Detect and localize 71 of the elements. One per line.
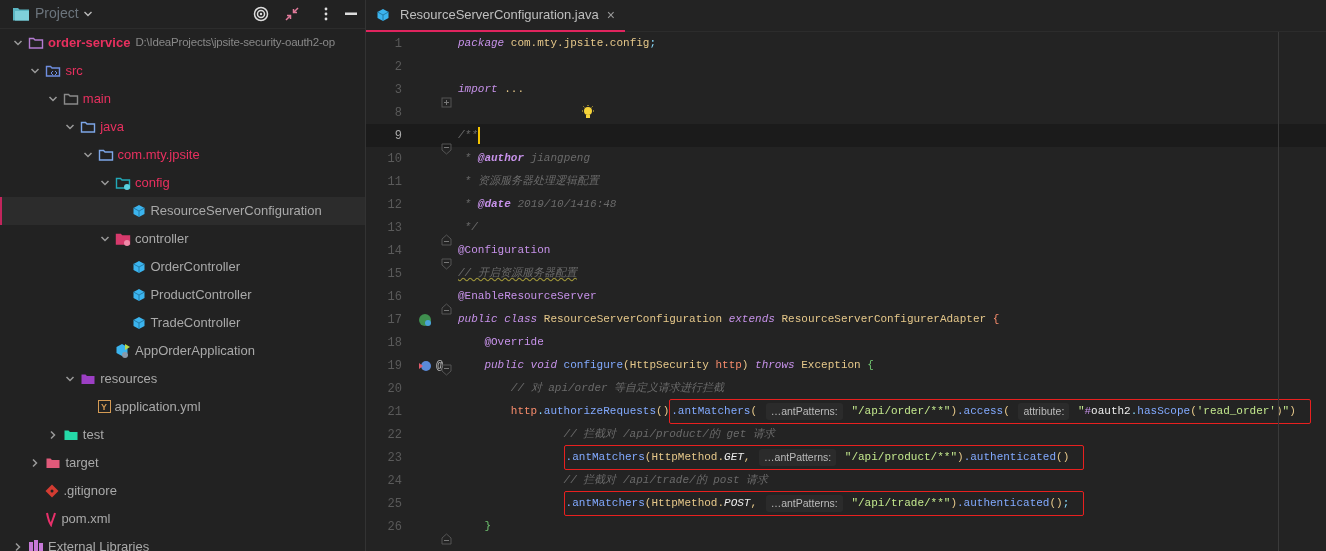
- tree-item[interactable]: pom.xml: [0, 504, 365, 533]
- text-cursor: [477, 127, 480, 144]
- more-icon[interactable]: [323, 6, 329, 21]
- parameter-hint: …antPatterns:: [765, 494, 843, 513]
- code-text: .antMatchers(HttpMethod.POST,: [565, 496, 759, 512]
- cube-icon: [132, 259, 147, 274]
- tree-item[interactable]: test: [0, 420, 365, 449]
- code-text: // 拦截对 /api/trade/的 post 请求: [563, 473, 769, 489]
- parameter-hint: attribute:: [1018, 402, 1070, 421]
- code-text: * @author jiangpeng: [463, 151, 591, 167]
- tree-item[interactable]: main: [0, 84, 365, 113]
- code-text: * 资源服务器处理逻辑配置: [463, 174, 599, 190]
- cube-icon: [376, 8, 390, 22]
- code-text: // 对 api/order 等自定义请求进行拦截: [510, 381, 725, 397]
- code-text: .antMatchers(HttpMethod.GET,: [565, 450, 752, 466]
- tree-item[interactable]: Y application.yml: [0, 392, 365, 421]
- project-path: D:\IdeaProjects\jpsite-security-oauth2-op: [135, 34, 335, 50]
- tree-item[interactable]: config: [0, 168, 365, 197]
- overrides-icon: [418, 358, 432, 373]
- tree-item[interactable]: OrderController: [0, 252, 365, 281]
- tree-item[interactable]: ProductController: [0, 280, 365, 309]
- minimize-icon[interactable]: [345, 11, 357, 16]
- collapse-icon[interactable]: [285, 6, 299, 21]
- chevron-icon: [13, 541, 23, 551]
- code-text: // 拦截对 /api/product/的 get 请求: [563, 427, 775, 443]
- code-text: public class ResourceServerConfiguration extends ResourceServerConfigurerAdapter {: [458, 312, 1000, 328]
- diamond-icon: [45, 483, 60, 498]
- annotation-mark: @: [436, 357, 444, 375]
- cube-icon: [132, 315, 147, 330]
- code-text: public void configure(HttpSecurity http) throws Exception {: [484, 358, 874, 374]
- yaml-icon: Y: [97, 400, 111, 413]
- tree-item[interactable]: controller: [0, 224, 365, 253]
- cube-icon: [115, 342, 131, 359]
- code-text: * @date 2019/10/1416:48: [463, 197, 617, 213]
- tree-item[interactable]: External Libraries: [0, 532, 365, 551]
- feather-icon: [45, 510, 58, 527]
- tree-item[interactable]: TradeController: [0, 308, 365, 337]
- code-text: "/api/trade/**").authenticated();: [850, 496, 1070, 512]
- tree-item[interactable]: src: [0, 56, 365, 85]
- parameter-hint: …antPatterns:: [765, 402, 843, 421]
- code-text: */: [463, 220, 478, 236]
- code-text: @Override: [484, 335, 544, 351]
- tree-item[interactable]: java: [0, 112, 365, 141]
- tree-item[interactable]: resources: [0, 364, 365, 393]
- tree-item[interactable]: order-service D:\IdeaProjects\jpsite-security-oauth2-op: [0, 28, 365, 57]
- code-text: @Configuration: [458, 243, 551, 259]
- target-icon[interactable]: [253, 5, 269, 22]
- cube-icon: [132, 203, 147, 218]
- implemented-icon: [418, 312, 432, 327]
- code-text: /**: [458, 128, 478, 144]
- books-icon: [28, 538, 44, 551]
- line-number: 9: [393, 127, 402, 145]
- close-button[interactable]: ×: [606, 4, 615, 26]
- parameter-hint: …antPatterns:: [759, 448, 837, 467]
- code-text: "/api/product/**").authenticated(): [843, 450, 1070, 466]
- tree-item[interactable]: .gitignore: [0, 476, 365, 505]
- code-text: }: [484, 519, 491, 535]
- tree-item[interactable]: com.mty.jpsite: [0, 140, 365, 169]
- code-text: .antMatchers(: [671, 404, 759, 420]
- code-text: http.authorizeRequests(): [510, 404, 670, 420]
- tree-item[interactable]: AppOrderApplication: [0, 336, 365, 365]
- editor-tab[interactable]: ResourceServerConfiguration.java ×: [366, 0, 625, 32]
- code-text: package com.mty.jpsite.config;: [458, 36, 657, 52]
- code-text: // 开启资源服务器配置: [458, 266, 577, 282]
- tree-item[interactable]: target: [0, 448, 365, 477]
- code-text: import ...: [458, 82, 524, 98]
- cube-icon: [132, 287, 147, 302]
- folder-icon: [12, 5, 30, 22]
- code-text: @EnableResourceServer: [458, 289, 597, 305]
- tree-item[interactable]: ResourceServerConfiguration: [0, 196, 365, 225]
- code-text: "/api/order/**").access(: [850, 404, 1011, 420]
